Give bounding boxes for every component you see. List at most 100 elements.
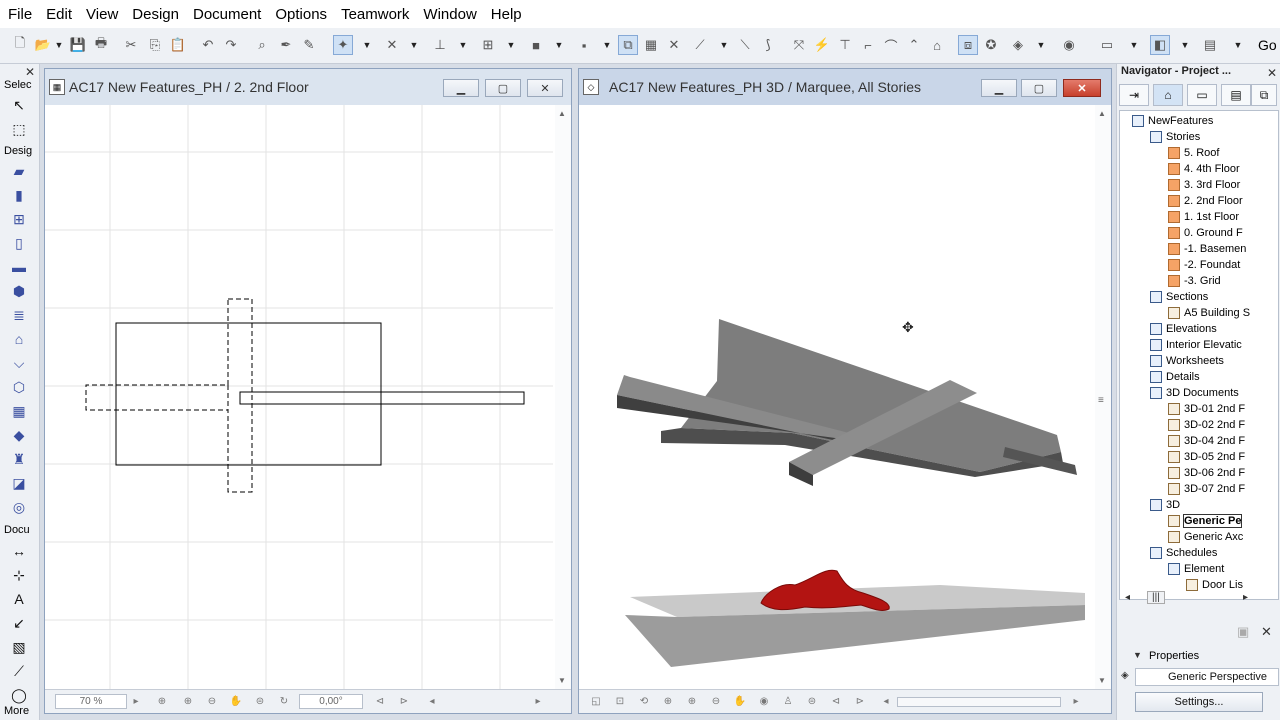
- 3d-scroll-right-icon[interactable]: ▸: [1069, 694, 1083, 709]
- layout-icon[interactable]: ▤: [1200, 35, 1220, 55]
- tree-item[interactable]: 3D-01 2nd F: [1168, 401, 1245, 417]
- tree-item[interactable]: 3D: [1150, 497, 1180, 513]
- line-tool-icon[interactable]: ⟋: [9, 662, 29, 680]
- tree-item[interactable]: -1. Basemen: [1168, 241, 1246, 257]
- tree-item[interactable]: Elevations: [1150, 321, 1217, 337]
- tree-item[interactable]: 3D Documents: [1150, 385, 1239, 401]
- mesh-tool-icon[interactable]: ⬡: [9, 378, 29, 396]
- eyedropper-icon[interactable]: ✒: [276, 35, 296, 55]
- slab-tool-icon[interactable]: ⬢: [9, 282, 29, 300]
- properties-collapse-icon[interactable]: ▼: [1133, 650, 1142, 660]
- tree-item[interactable]: Schedules: [1150, 545, 1217, 561]
- 3d-prev-zoom-icon[interactable]: ⊲: [829, 694, 843, 709]
- tree-item[interactable]: 2. 2nd Floor: [1168, 193, 1243, 209]
- project-map-tab[interactable]: ⇥: [1119, 84, 1149, 106]
- open-file-icon[interactable]: 📂: [33, 35, 53, 55]
- distribute-icon[interactable]: ⊞: [478, 35, 498, 55]
- 3d-close-button[interactable]: ✕: [1063, 79, 1101, 97]
- cut-icon[interactable]: ✂: [121, 35, 141, 55]
- new-file-icon[interactable]: 🗋: [10, 35, 30, 55]
- roof-tool-icon[interactable]: ⌂: [9, 330, 29, 348]
- text-tool-icon[interactable]: A: [9, 590, 29, 608]
- 3d-next-zoom-icon[interactable]: ⊳: [853, 694, 867, 709]
- tree-item[interactable]: 3D-05 2nd F: [1168, 449, 1245, 465]
- tree-item[interactable]: 0. Ground F: [1168, 225, 1243, 241]
- palette-dropdown-icon[interactable]: ▼: [1179, 35, 1191, 55]
- plan-scroll-left-icon[interactable]: ◂: [425, 694, 439, 709]
- publisher-tab[interactable]: ▤: [1221, 84, 1251, 106]
- corner-icon[interactable]: ⌐: [858, 35, 878, 55]
- layer-icon[interactable]: ▦: [641, 35, 661, 55]
- elevation-marker-icon[interactable]: ⊤: [835, 35, 855, 55]
- stair-tool-icon[interactable]: ≣: [9, 306, 29, 324]
- 3d-pan-icon[interactable]: ✋: [733, 694, 747, 709]
- layout-dropdown-icon[interactable]: ▼: [1232, 35, 1244, 55]
- shell-tool-icon[interactable]: ⌵: [9, 354, 29, 372]
- paste-icon[interactable]: 📋: [168, 35, 188, 55]
- lock-icon[interactable]: ▪: [574, 35, 594, 55]
- split-icon[interactable]: ✕: [664, 35, 684, 55]
- adjust-icon[interactable]: ⟋: [690, 35, 710, 55]
- pan-icon[interactable]: ✋: [229, 694, 243, 709]
- 3d-viewport[interactable]: ✥: [585, 105, 1087, 691]
- 3d-title-bar[interactable]: ◇ AC17 New Features_PH 3D / Marquee, All…: [579, 69, 1111, 105]
- properties-name-field[interactable]: Generic Perspective: [1135, 668, 1279, 686]
- copy-icon[interactable]: ⎘: [145, 35, 165, 55]
- fillet-icon[interactable]: ⌒: [881, 35, 901, 55]
- toolbox-close-icon[interactable]: ✕: [25, 65, 35, 79]
- toolbox-more-button[interactable]: More: [4, 705, 29, 717]
- tree-item[interactable]: NewFeatures: [1132, 113, 1213, 129]
- rotate-icon[interactable]: ↻: [277, 694, 291, 709]
- trace-icon[interactable]: ⧈: [958, 35, 978, 55]
- print-icon[interactable]: 🖶: [91, 35, 111, 55]
- menu-help[interactable]: Help: [484, 6, 529, 23]
- tree-item[interactable]: 4. 4th Floor: [1168, 161, 1240, 177]
- redo-icon[interactable]: ↷: [221, 35, 241, 55]
- tree-item[interactable]: 3D-07 2nd F: [1168, 481, 1245, 497]
- menu-design[interactable]: Design: [125, 6, 186, 23]
- open-dropdown-icon[interactable]: ▼: [53, 35, 65, 55]
- tree-item[interactable]: 5. Roof: [1168, 145, 1219, 161]
- arc-tool-icon[interactable]: ◯: [9, 686, 29, 704]
- tree-item[interactable]: 3D-06 2nd F: [1168, 465, 1245, 481]
- level-dimension-tool-icon[interactable]: ⊹: [9, 566, 29, 584]
- plan-title-bar[interactable]: ▦ AC17 New Features_PH / 2. 2nd Floor ▁ …: [45, 69, 571, 105]
- 3d-orbit-icon[interactable]: ⟲: [637, 694, 651, 709]
- 3d-explore-icon[interactable]: ◉: [757, 694, 771, 709]
- wall-tool-icon[interactable]: ▰: [9, 162, 29, 180]
- fill-tool-icon[interactable]: ▧: [9, 638, 29, 656]
- zoom-region-icon[interactable]: ⊕: [155, 694, 169, 709]
- 3d-zoom-in-icon[interactable]: ⊕: [685, 694, 699, 709]
- plan-close-button[interactable]: ✕: [527, 79, 563, 97]
- beam-tool-icon[interactable]: ▬: [9, 258, 29, 276]
- magic-wand-dropdown-icon[interactable]: ▼: [361, 35, 373, 55]
- tree-item[interactable]: A5 Building S: [1168, 305, 1250, 321]
- tree-item[interactable]: Stories: [1150, 129, 1200, 145]
- 3d-maximize-button[interactable]: ▢: [1021, 79, 1057, 97]
- lamp-tool-icon[interactable]: ◎: [9, 498, 29, 516]
- roof-trim-icon[interactable]: ⌃: [904, 35, 924, 55]
- suspend-groups-icon[interactable]: ⧉: [618, 35, 638, 55]
- next-zoom-icon[interactable]: ⊳: [397, 694, 411, 709]
- fit-in-window-icon[interactable]: ⊜: [253, 694, 267, 709]
- tree-item[interactable]: Worksheets: [1150, 353, 1224, 369]
- 3d-navigation-icon[interactable]: ◱: [589, 694, 603, 709]
- plan-zoom-field[interactable]: 70 %: [55, 694, 127, 709]
- group-icon[interactable]: ■: [526, 35, 546, 55]
- marquee-tool-icon[interactable]: ⬚: [9, 120, 29, 138]
- 3d-minimize-button[interactable]: ▁: [981, 79, 1017, 97]
- 3d-walk-icon[interactable]: ♙: [781, 694, 795, 709]
- plan-minimize-button[interactable]: ▁: [443, 79, 479, 97]
- plan-drawing-canvas[interactable]: [45, 105, 553, 691]
- 3d-horizontal-scrollbar[interactable]: [897, 697, 1061, 707]
- palette-icon[interactable]: ◧: [1150, 35, 1170, 55]
- plan-beam-outline[interactable]: [239, 391, 525, 405]
- delete-view-icon[interactable]: ✕: [1261, 624, 1272, 640]
- 3d-vertical-scrollbar[interactable]: ▲ ≡ ▼: [1095, 105, 1111, 689]
- plan-slab-outline[interactable]: [115, 322, 382, 466]
- adjust-dropdown-icon[interactable]: ▼: [718, 35, 730, 55]
- morph-tool-icon[interactable]: ◆: [9, 426, 29, 444]
- magic-wand-icon[interactable]: ✦: [333, 35, 353, 55]
- tree-item[interactable]: Element: [1168, 561, 1224, 577]
- previous-zoom-icon[interactable]: ⊲: [373, 694, 387, 709]
